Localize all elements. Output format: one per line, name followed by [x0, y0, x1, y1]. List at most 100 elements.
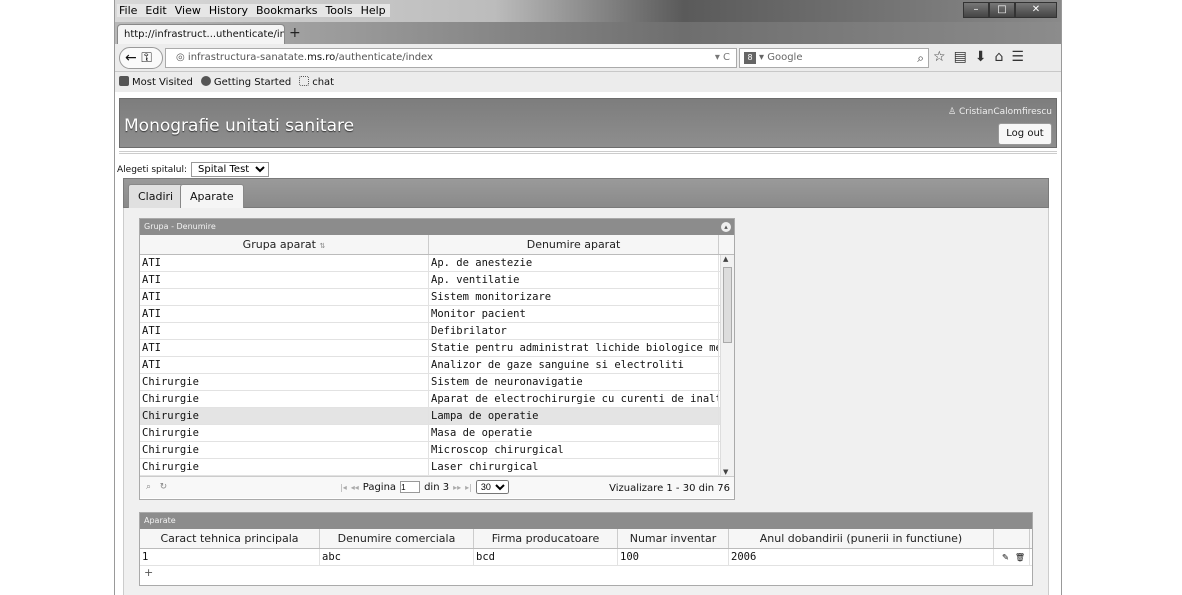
table-row[interactable]: Chirurgie Aparat de electrochirurgie cu c…	[140, 391, 734, 408]
search-input[interactable]: 8 ▾ Google ⌕	[739, 48, 929, 68]
column-header-caract[interactable]: Caract tehnica principala	[140, 529, 320, 548]
vertical-scrollbar[interactable]: ▲ ▼	[720, 255, 734, 476]
bookmarks-bar: Most Visited Getting Started chat	[115, 72, 1061, 92]
table-row[interactable]: ATI Statie pentru administrat lichide bio…	[140, 340, 734, 357]
url-bar[interactable]: ◎ infrastructura-sanatate.ms.ro/authenti…	[165, 48, 737, 68]
table-row[interactable]: Chirurgie Masa de operatie	[140, 425, 734, 442]
search-icon[interactable]: ⌕	[146, 482, 151, 492]
table-row[interactable]: Chirurgie Lampa de operatie	[140, 408, 734, 425]
tab-cladiri[interactable]: Cladiri	[128, 184, 184, 209]
table-row[interactable]: ATI Ap. de anestezie	[140, 255, 734, 272]
search-icon[interactable]: ⌕	[917, 49, 924, 67]
close-icon[interactable]: ✕	[1015, 2, 1057, 18]
cell-grupa: Chirurgie	[140, 408, 429, 424]
cell-denumire: Statie pentru administrat lichide biolog…	[429, 340, 719, 356]
bookmark-chat[interactable]: chat	[299, 76, 334, 88]
cell-grupa: ATI	[140, 306, 429, 322]
last-page-icon[interactable]: ▸|	[465, 483, 472, 492]
reload-icon[interactable]: ▾ C	[715, 49, 730, 67]
cell-denumire: Ap. de anestezie	[429, 255, 719, 271]
key-icon: ⚿	[141, 50, 152, 66]
cell-grupa: Chirurgie	[140, 442, 429, 458]
table-row[interactable]: ATI Analizor de gaze sanguine si electrol…	[140, 357, 734, 374]
menu-file[interactable]: File	[117, 4, 142, 17]
pager-tools: ⌕ ↻	[146, 482, 167, 492]
scroll-down-icon[interactable]: ▼	[723, 468, 728, 476]
table-row[interactable]: 1 abc bcd 100 2006 ✎ 🗑	[140, 549, 1032, 566]
scroll-thumb[interactable]	[723, 267, 732, 343]
edit-icon[interactable]: ✎	[1002, 551, 1015, 563]
table-row[interactable]: ATI Sistem monitorizare	[140, 289, 734, 306]
url-prefix: infrastructura-sanatate.	[187, 52, 308, 63]
column-header-grupa[interactable]: Grupa aparat ⇅	[140, 235, 429, 254]
rows-per-page-select[interactable]: 30	[475, 480, 509, 494]
download-icon[interactable]: ⬇	[975, 49, 987, 65]
menu-tools[interactable]: Tools	[321, 4, 357, 17]
delete-icon[interactable]: 🗑	[1015, 553, 1025, 562]
refresh-icon[interactable]: ↻	[160, 482, 168, 492]
hospital-select[interactable]: Spital Test	[191, 162, 270, 177]
star-icon[interactable]: ☆	[933, 49, 946, 65]
column-header-denumire-comerciala[interactable]: Denumire comerciala	[320, 529, 474, 548]
table-cell: 1	[140, 549, 320, 565]
grid-header: Grupa aparat ⇅ Denumire aparat	[140, 235, 734, 255]
column-header-inventar[interactable]: Numar inventar	[618, 529, 729, 548]
scroll-up-icon[interactable]: ▲	[723, 255, 728, 263]
cell-denumire: Sistem de neuronavigatie	[429, 374, 719, 390]
table-row[interactable]: Chirurgie Sistem de neuronavigatie	[140, 374, 734, 391]
cell-grupa: ATI	[140, 272, 429, 288]
folder-icon	[119, 76, 129, 86]
toolbar-icons: ☆ ▤ ⬇ ⌂ ☰	[933, 49, 1024, 65]
bookmark-getting-started[interactable]: Getting Started	[200, 76, 291, 88]
table-row[interactable]: ATI Defibrilator	[140, 323, 734, 340]
browser-window: File Edit View History Bookmarks Tools H…	[114, 0, 1062, 595]
add-row-button[interactable]: +	[140, 566, 1032, 581]
url-path: /authenticate/index	[335, 52, 433, 63]
next-page-icon[interactable]: ▸▸	[453, 483, 461, 492]
home-icon[interactable]: ⌂	[995, 49, 1004, 65]
collapse-icon[interactable]: ▴	[721, 222, 731, 232]
pager-controls: |◂ ◂◂ Pagina din 3 ▸▸ ▸| 30	[340, 480, 509, 494]
cell-denumire: Microscop chirurgical	[429, 442, 719, 458]
first-page-icon[interactable]: |◂	[340, 483, 347, 492]
user-name: ♙ CristianCalomfirescu	[948, 107, 1052, 117]
new-tab-icon[interactable]: +	[289, 25, 301, 41]
menu-edit[interactable]: Edit	[141, 4, 171, 17]
menu-bookmarks[interactable]: Bookmarks	[251, 4, 322, 17]
cell-denumire: Monitor pacient	[429, 306, 719, 322]
bookmark-most-visited[interactable]: Most Visited	[119, 76, 193, 88]
table-row[interactable]: ATI Monitor pacient	[140, 306, 734, 323]
table-cell: 100	[618, 549, 729, 565]
cell-denumire: Analizor de gaze sanguine si electroliti	[429, 357, 719, 373]
table-row[interactable]: Chirurgie Laser chirurgical	[140, 459, 734, 476]
globe-icon: ◎	[176, 52, 185, 63]
menu-help[interactable]: Help	[356, 4, 390, 17]
column-header-denumire[interactable]: Denumire aparat	[429, 235, 719, 254]
cell-grupa: ATI	[140, 289, 429, 305]
clipboard-icon[interactable]: ▤	[954, 49, 967, 65]
back-button[interactable]: ← ⚿	[119, 47, 163, 69]
menu-history[interactable]: History	[204, 4, 252, 17]
browser-tab[interactable]: http://infrastruct...uthenticate/index	[117, 24, 285, 44]
maximize-icon[interactable]: □	[989, 2, 1015, 18]
prev-page-icon[interactable]: ◂◂	[351, 483, 359, 492]
divider	[119, 151, 1057, 154]
column-header-anul[interactable]: Anul dobandirii (punerii in functiune)	[729, 529, 994, 548]
table-cell: 2006	[729, 549, 994, 565]
minimize-icon[interactable]: –	[963, 2, 989, 18]
title-bar: File Edit View History Bookmarks Tools H…	[115, 0, 1061, 22]
menu-view[interactable]: View	[170, 4, 205, 17]
tab-aparate[interactable]: Aparate	[180, 184, 244, 209]
grid-body: ATI Ap. de anestezie ATI Ap. ventilatie ATI S…	[140, 255, 734, 476]
page-input[interactable]	[400, 481, 421, 493]
grid-caption-label: Aparate	[144, 516, 176, 525]
grid-pager: ⌕ ↻ |◂ ◂◂ Pagina din 3 ▸▸ ▸| 30 Vizualiz…	[140, 476, 734, 498]
column-header-firma[interactable]: Firma producatoare	[474, 529, 618, 548]
table-row[interactable]: Chirurgie Microscop chirurgical	[140, 442, 734, 459]
hamburger-menu-icon[interactable]: ☰	[1011, 49, 1024, 65]
cell-denumire: Ap. ventilatie	[429, 272, 719, 288]
back-arrow-icon: ←	[125, 50, 137, 66]
logout-button[interactable]: Log out	[998, 123, 1052, 145]
table-row[interactable]: ATI Ap. ventilatie	[140, 272, 734, 289]
table-cell: bcd	[474, 549, 618, 565]
